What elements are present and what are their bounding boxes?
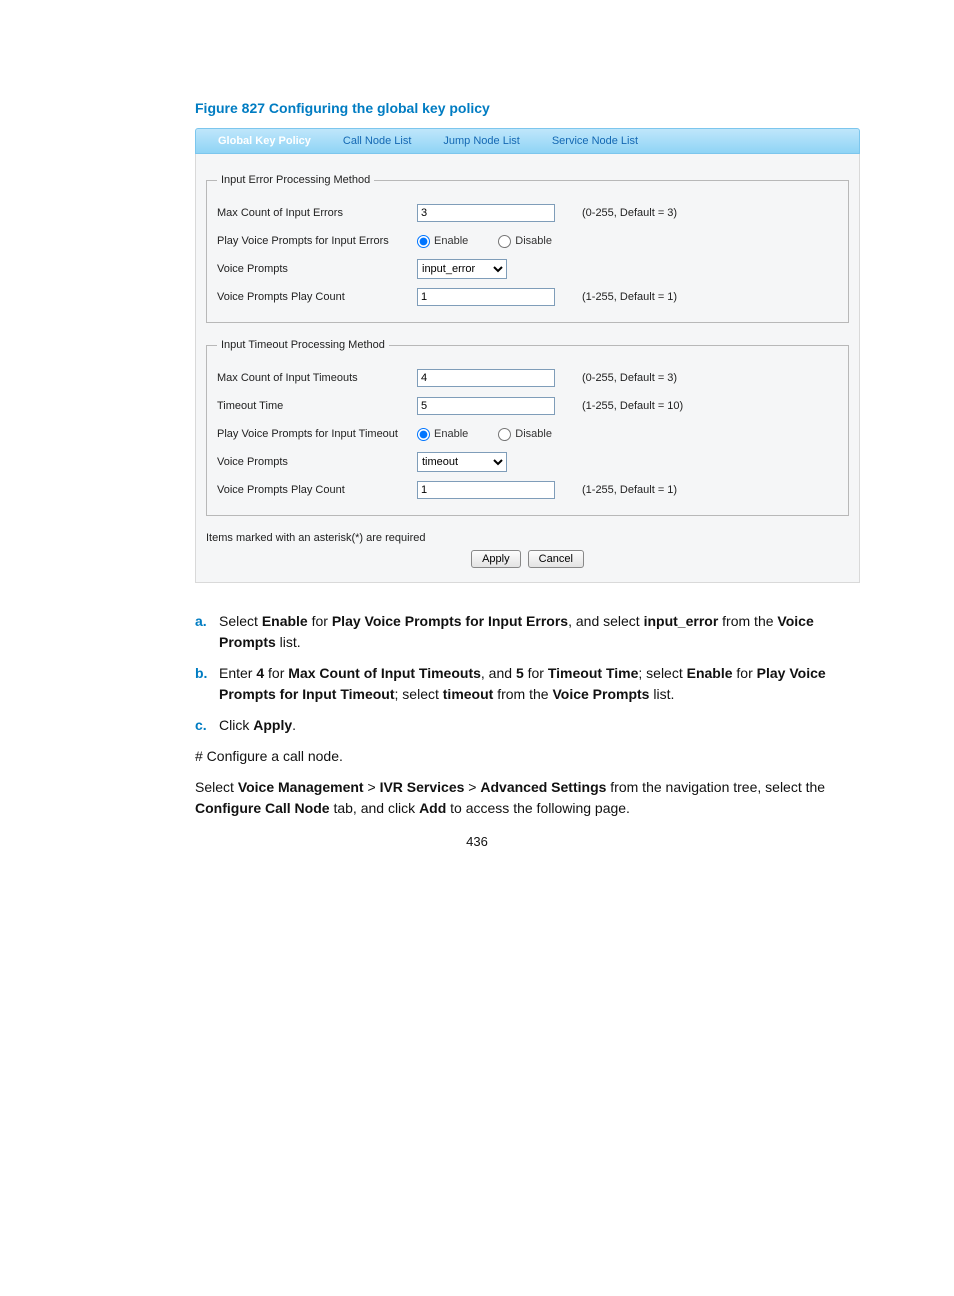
row-play-prompts-errors: Play Voice Prompts for Input Errors Enab… [217, 230, 838, 252]
page-number: 436 [0, 834, 954, 849]
radio-enable-errors-label: Enable [434, 235, 468, 247]
label-max-input-timeouts: Max Count of Input Timeouts [217, 372, 417, 384]
radio-enable-timeout-input[interactable] [417, 428, 430, 441]
radio-enable-errors[interactable]: Enable [417, 235, 468, 248]
input-timeout-legend: Input Timeout Processing Method [217, 339, 389, 351]
input-max-input-timeouts[interactable] [417, 369, 555, 387]
tab-service-node-list[interactable]: Service Node List [536, 131, 654, 151]
input-play-count-timeout[interactable] [417, 481, 555, 499]
config-panel: Global Key Policy Call Node List Jump No… [195, 128, 860, 583]
tab-call-node-list[interactable]: Call Node List [327, 131, 427, 151]
label-max-input-errors: Max Count of Input Errors [217, 207, 417, 219]
instruction-c-letter: c. [195, 715, 219, 736]
paragraph-navigation: Select Voice Management > IVR Services >… [195, 777, 859, 819]
instruction-b: b. Enter 4 for Max Count of Input Timeou… [195, 663, 859, 705]
hint-play-count-timeout: (1-255, Default = 1) [572, 484, 677, 496]
tab-jump-node-list[interactable]: Jump Node List [427, 131, 535, 151]
form-body: Input Error Processing Method Max Count … [195, 154, 860, 583]
paragraph-configure-call-node: # Configure a call node. [195, 746, 859, 767]
select-voice-prompts-timeout[interactable]: timeout [417, 452, 507, 472]
instruction-a: a. Select Enable for Play Voice Prompts … [195, 611, 859, 653]
footer-note: Items marked with an asterisk(*) are req… [206, 532, 849, 544]
input-timeout-time[interactable] [417, 397, 555, 415]
radio-disable-timeout-label: Disable [515, 428, 552, 440]
hint-max-input-timeouts: (0-255, Default = 3) [572, 372, 677, 384]
input-max-input-errors[interactable] [417, 204, 555, 222]
input-error-legend: Input Error Processing Method [217, 174, 374, 186]
radio-enable-errors-input[interactable] [417, 235, 430, 248]
apply-button[interactable]: Apply [471, 550, 521, 568]
figure-title: Figure 827 Configuring the global key po… [195, 100, 859, 116]
row-max-input-timeouts: Max Count of Input Timeouts (0-255, Defa… [217, 367, 838, 389]
instruction-b-letter: b. [195, 663, 219, 705]
label-play-prompts-timeout: Play Voice Prompts for Input Timeout [217, 428, 417, 440]
hint-max-input-errors: (0-255, Default = 3) [572, 207, 677, 219]
input-error-fieldset: Input Error Processing Method Max Count … [206, 174, 849, 323]
select-voice-prompts-errors[interactable]: input_error [417, 259, 507, 279]
radio-disable-errors[interactable]: Disable [498, 235, 552, 248]
row-max-input-errors: Max Count of Input Errors (0-255, Defaul… [217, 202, 838, 224]
label-play-count-errors: Voice Prompts Play Count [217, 291, 417, 303]
radio-enable-timeout-label: Enable [434, 428, 468, 440]
cancel-button[interactable]: Cancel [528, 550, 584, 568]
radio-disable-timeout-input[interactable] [498, 428, 511, 441]
label-voice-prompts-errors: Voice Prompts [217, 263, 417, 275]
hint-play-count-errors: (1-255, Default = 1) [572, 291, 677, 303]
row-play-prompts-timeout: Play Voice Prompts for Input Timeout Ena… [217, 423, 838, 445]
radio-disable-timeout[interactable]: Disable [498, 428, 552, 441]
row-voice-prompts-timeout: Voice Prompts timeout [217, 451, 838, 473]
label-timeout-time: Timeout Time [217, 400, 417, 412]
tab-global-key-policy[interactable]: Global Key Policy [202, 131, 327, 151]
instruction-c-body: Click Apply. [219, 715, 859, 736]
hint-timeout-time: (1-255, Default = 10) [572, 400, 683, 412]
instruction-a-body: Select Enable for Play Voice Prompts for… [219, 611, 859, 653]
label-play-count-timeout: Voice Prompts Play Count [217, 484, 417, 496]
input-timeout-fieldset: Input Timeout Processing Method Max Coun… [206, 339, 849, 516]
instruction-list: a. Select Enable for Play Voice Prompts … [195, 611, 859, 819]
input-play-count-errors[interactable] [417, 288, 555, 306]
row-play-count-errors: Voice Prompts Play Count (1-255, Default… [217, 286, 838, 308]
label-play-prompts-errors: Play Voice Prompts for Input Errors [217, 235, 417, 247]
row-timeout-time: Timeout Time (1-255, Default = 10) [217, 395, 838, 417]
instruction-a-letter: a. [195, 611, 219, 653]
instruction-b-body: Enter 4 for Max Count of Input Timeouts,… [219, 663, 859, 705]
row-play-count-timeout: Voice Prompts Play Count (1-255, Default… [217, 479, 838, 501]
radio-disable-errors-input[interactable] [498, 235, 511, 248]
button-row: Apply Cancel [206, 550, 849, 568]
radio-disable-errors-label: Disable [515, 235, 552, 247]
row-voice-prompts-errors: Voice Prompts input_error [217, 258, 838, 280]
radio-enable-timeout[interactable]: Enable [417, 428, 468, 441]
instruction-c: c. Click Apply. [195, 715, 859, 736]
label-voice-prompts-timeout: Voice Prompts [217, 456, 417, 468]
tab-row: Global Key Policy Call Node List Jump No… [195, 128, 860, 154]
